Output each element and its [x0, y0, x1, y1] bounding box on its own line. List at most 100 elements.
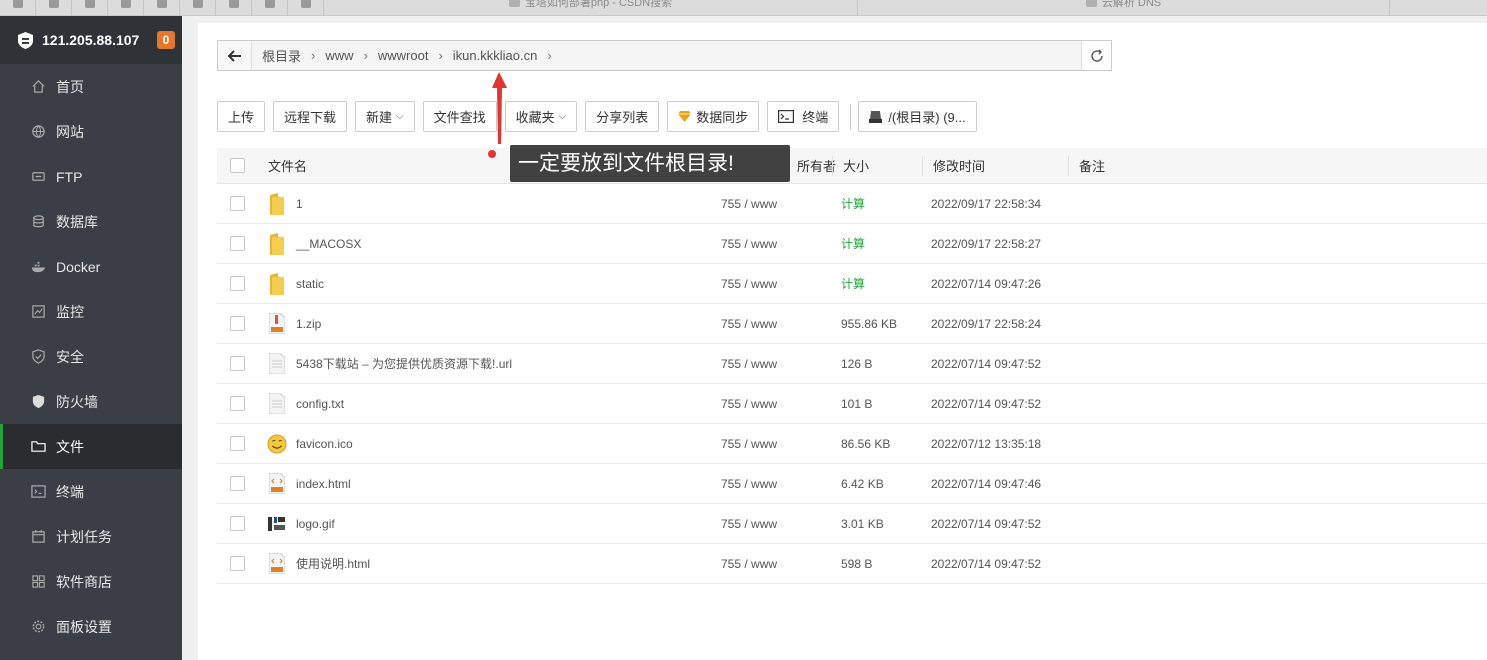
calculate-size-link[interactable]: 计算 — [841, 195, 865, 212]
shield-icon — [30, 349, 46, 365]
browser-tab-csdn[interactable]: 宝塔如何部署php - CSDN搜索 — [324, 0, 858, 15]
file-permission[interactable]: 755 / www — [721, 357, 777, 371]
breadcrumb-wwwroot[interactable]: wwwroot — [378, 48, 429, 63]
file-name[interactable]: 使用说明.html — [296, 555, 370, 572]
file-name[interactable]: __MACOSX — [296, 237, 361, 251]
back-button[interactable] — [218, 41, 252, 70]
new-dropdown-button[interactable]: 新建 ⌵ — [355, 101, 415, 132]
sidebar-item-home[interactable]: 首页 — [0, 64, 182, 109]
row-checkbox[interactable] — [230, 276, 245, 291]
file-name[interactable]: 1.zip — [296, 317, 321, 331]
file-size: 126 B — [841, 356, 873, 371]
table-row[interactable]: config.txt 755 / www 101 B 2022/07/14 09… — [217, 384, 1487, 424]
sidebar-item-store[interactable]: 软件商店 — [0, 559, 182, 604]
data-sync-button[interactable]: 数据同步 — [667, 101, 760, 132]
remote-download-button[interactable]: 远程下载 — [273, 101, 348, 132]
folder-icon — [267, 272, 287, 295]
row-checkbox[interactable] — [230, 476, 245, 491]
path-bar: 根目录 › www › wwwroot › ikun.kkkliao.cn › — [217, 40, 1112, 71]
favorites-dropdown-button[interactable]: 收藏夹 ⌵ — [504, 101, 578, 132]
file-permission[interactable]: 755 / www — [721, 317, 777, 331]
sidebar-item-terminal[interactable]: 终端 — [0, 469, 182, 514]
file-name[interactable]: 5438下载站 – 为您提供优质资源下载!.url — [296, 355, 512, 372]
sidebar-item-database[interactable]: 数据库 — [0, 199, 182, 244]
breadcrumb-root[interactable]: 根目录 — [262, 46, 301, 65]
breadcrumb-site[interactable]: ikun.kkkliao.cn — [453, 48, 538, 63]
pinned-tab[interactable] — [216, 0, 252, 15]
table-row[interactable]: __MACOSX 755 / www 计算 2022/09/17 22:58:2… — [217, 224, 1487, 264]
chevron-right-icon: › — [438, 48, 443, 63]
column-name[interactable]: 文件名 — [268, 156, 307, 175]
refresh-button[interactable] — [1081, 41, 1111, 70]
share-list-button[interactable]: 分享列表 — [585, 101, 660, 132]
column-owner[interactable]: 所有者 — [797, 156, 836, 175]
table-row[interactable]: static 755 / www 计算 2022/07/14 09:47:26 — [217, 264, 1487, 304]
sidebar-item-ftp[interactable]: FTP — [0, 154, 182, 199]
sidebar-item-label: 软件商店 — [56, 573, 112, 590]
file-name[interactable]: config.txt — [296, 397, 344, 411]
table-row[interactable]: index.html 755 / www 6.42 KB 2022/07/14 … — [217, 464, 1487, 504]
pinned-tab[interactable] — [36, 0, 72, 15]
file-permission[interactable]: 755 / www — [721, 477, 777, 491]
row-checkbox[interactable] — [230, 516, 245, 531]
row-checkbox[interactable] — [230, 436, 245, 451]
file-name[interactable]: 1 — [296, 197, 303, 211]
text-file-icon — [267, 353, 287, 375]
column-mtime[interactable]: 修改时间 — [933, 156, 985, 175]
chevron-right-icon: › — [547, 48, 552, 63]
sidebar-item-label: 面板设置 — [56, 618, 112, 635]
terminal-button[interactable]: 终端 — [767, 101, 840, 132]
file-permission[interactable]: 755 / www — [721, 517, 777, 531]
file-name[interactable]: logo.gif — [296, 517, 335, 531]
refresh-icon — [1090, 49, 1103, 62]
calculate-size-link[interactable]: 计算 — [841, 275, 865, 292]
sidebar-item-docker[interactable]: Docker — [0, 244, 182, 289]
file-permission[interactable]: 755 / www — [721, 397, 777, 411]
row-checkbox[interactable] — [230, 356, 245, 371]
file-permission[interactable]: 755 / www — [721, 437, 777, 451]
pinned-tab[interactable] — [0, 0, 36, 15]
upload-button[interactable]: 上传 — [217, 101, 266, 132]
sidebar-item-firewall[interactable]: 防火墙 — [0, 379, 182, 424]
browser-tab-dns[interactable]: 云解析 DNS — [858, 0, 1390, 15]
pinned-tab[interactable] — [252, 0, 288, 15]
row-checkbox[interactable] — [230, 556, 245, 571]
tab-favicon-icon — [85, 0, 95, 8]
select-all-checkbox[interactable] — [230, 158, 245, 173]
file-table: 文件名 所有者 大小 修改时间 备注 1 755 / www 计算 2022/0… — [217, 148, 1487, 584]
disk-button[interactable]: /(根目录) (9... — [858, 101, 977, 132]
pinned-tab[interactable] — [180, 0, 216, 15]
pinned-tab[interactable] — [72, 0, 108, 15]
sidebar-item-settings[interactable]: 面板设置 — [0, 604, 182, 649]
table-row[interactable]: logo.gif 755 / www 3.01 KB 2022/07/14 09… — [217, 504, 1487, 544]
pinned-tab[interactable] — [144, 0, 180, 15]
table-row[interactable]: 1.zip 755 / www 955.86 KB 2022/09/17 22:… — [217, 304, 1487, 344]
sidebar-item-monitor[interactable]: 监控 — [0, 289, 182, 334]
calculate-size-link[interactable]: 计算 — [841, 235, 865, 252]
row-checkbox[interactable] — [230, 236, 245, 251]
file-permission[interactable]: 755 / www — [721, 237, 777, 251]
file-permission[interactable]: 755 / www — [721, 197, 777, 211]
table-row[interactable]: favicon.ico 755 / www 86.56 KB 2022/07/1… — [217, 424, 1487, 464]
column-note[interactable]: 备注 — [1079, 156, 1105, 175]
file-name[interactable]: index.html — [296, 477, 351, 491]
file-permission[interactable]: 755 / www — [721, 557, 777, 571]
column-size[interactable]: 大小 — [843, 156, 869, 175]
sidebar-item-cron[interactable]: 计划任务 — [0, 514, 182, 559]
sidebar-item-security[interactable]: 安全 — [0, 334, 182, 379]
row-checkbox[interactable] — [230, 396, 245, 411]
notification-badge[interactable]: 0 — [157, 31, 175, 49]
pinned-tab[interactable] — [288, 0, 324, 15]
sidebar-item-files[interactable]: 文件 — [0, 424, 182, 469]
breadcrumb-www[interactable]: www — [325, 48, 353, 63]
file-permission[interactable]: 755 / www — [721, 277, 777, 291]
file-name[interactable]: favicon.ico — [296, 437, 353, 451]
pinned-tab[interactable] — [108, 0, 144, 15]
row-checkbox[interactable] — [230, 316, 245, 331]
file-name[interactable]: static — [296, 277, 324, 291]
table-row[interactable]: 1 755 / www 计算 2022/09/17 22:58:34 — [217, 184, 1487, 224]
table-row[interactable]: 5438下载站 – 为您提供优质资源下载!.url 755 / www 126 … — [217, 344, 1487, 384]
table-row[interactable]: 使用说明.html 755 / www 598 B 2022/07/14 09:… — [217, 544, 1487, 584]
sidebar-item-website[interactable]: 网站 — [0, 109, 182, 154]
row-checkbox[interactable] — [230, 196, 245, 211]
